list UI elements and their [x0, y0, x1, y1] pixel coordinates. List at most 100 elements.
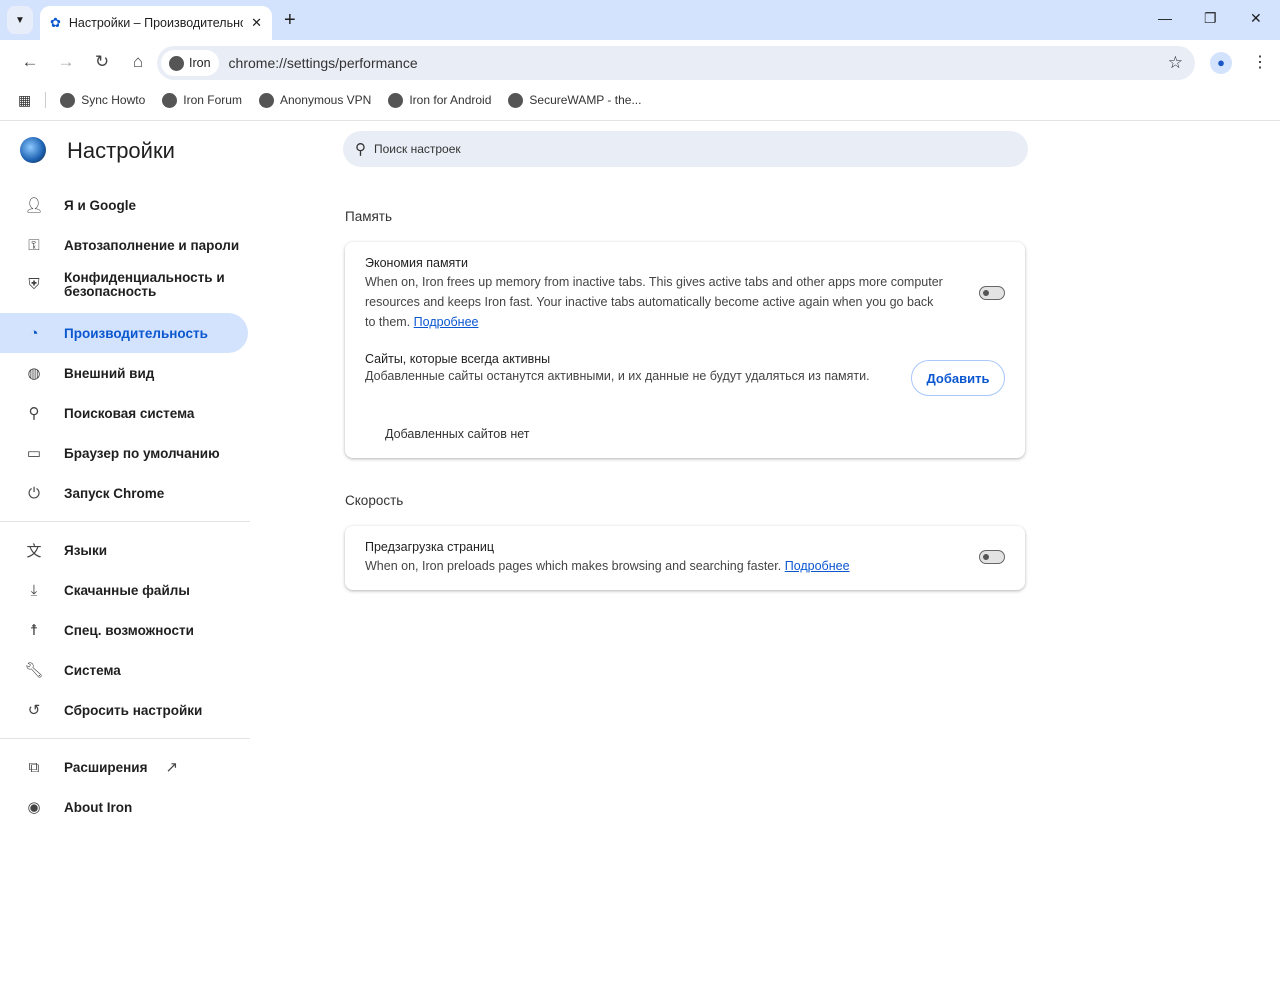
page-title: Настройки	[67, 138, 175, 163]
preload-toggle[interactable]	[979, 550, 1005, 564]
browser-icon: ▭	[26, 445, 42, 462]
shield-icon: ⛨	[28, 276, 40, 293]
settings-search-input[interactable]: ⚲ Поиск настроек	[343, 131, 1028, 167]
back-button[interactable]: ←	[12, 52, 48, 72]
bookmark[interactable]: SecureWAMP - the...	[508, 92, 642, 108]
globe-icon	[388, 92, 404, 108]
person-icon: 👤︎	[24, 197, 44, 214]
home-button[interactable]: ⌂	[120, 52, 156, 72]
globe-icon	[508, 92, 524, 108]
divider	[0, 120, 1280, 121]
sidebar-item-system[interactable]: 🔧︎ Система	[0, 650, 248, 690]
chip-label: Iron	[189, 56, 211, 70]
apps-icon[interactable]: ▦	[18, 92, 31, 109]
sidebar-item-languages[interactable]: 文 Языки	[0, 530, 248, 570]
external-link-icon: ↗	[165, 759, 179, 776]
label: Скачанные файлы	[64, 582, 190, 598]
sidebar-item-search[interactable]: ⚲ Поисковая система	[0, 393, 248, 433]
always-active-title: Сайты, которые всегда активны	[365, 352, 551, 366]
preload-row: Предзагрузка страниц When on, Iron prelo…	[345, 526, 1025, 576]
close-tab-icon[interactable]: ✕	[251, 15, 262, 31]
translate-icon: 文	[26, 542, 42, 560]
bookmarks-bar: ▦ Sync Howto Iron Forum Anonymous VPN Ir…	[0, 88, 658, 112]
iron-logo	[20, 137, 46, 163]
sidebar-item-startup[interactable]: ⏻ Запуск Chrome	[0, 473, 248, 513]
sidebar-item-reset[interactable]: ↺ Сбросить настройки	[0, 690, 248, 730]
label: Производительность	[64, 325, 208, 341]
reload-button[interactable]: ↻	[84, 52, 120, 72]
memory-saver-row: Экономия памяти When on, Iron frees up m…	[345, 242, 1025, 332]
sidebar-item-downloads[interactable]: ⤓ Скачанные файлы	[0, 570, 248, 610]
search-icon: ⚲	[28, 405, 40, 422]
new-tab-button[interactable]: +	[284, 9, 296, 32]
bookmark[interactable]: Iron for Android	[388, 92, 492, 108]
label: Спец. возможности	[64, 622, 194, 638]
key-icon: ⚿	[28, 236, 40, 254]
sidebar-item-appearance[interactable]: ◍ Внешний вид	[0, 353, 248, 393]
sidebar-item-default-browser[interactable]: ▭ Браузер по умолчанию	[0, 433, 248, 473]
section-title-memory: Память	[345, 209, 393, 224]
tab-search-button[interactable]: ▼	[7, 6, 33, 34]
site-chip[interactable]: Iron	[161, 50, 219, 76]
bookmark[interactable]: Sync Howto	[60, 92, 146, 108]
globe-icon	[162, 92, 178, 108]
section-title-speed: Скорость	[345, 493, 404, 508]
minimize-button[interactable]: —	[1158, 10, 1172, 26]
label: Я и Google	[64, 197, 137, 213]
restore-button[interactable]: ❐	[1204, 10, 1217, 27]
memory-saver-toggle[interactable]	[979, 286, 1005, 300]
speed-card: Предзагрузка страниц When on, Iron prelo…	[345, 526, 1025, 590]
sidebar-item-extensions[interactable]: ⧉ Расширения ↗	[0, 747, 248, 787]
speedometer-icon: ◔	[29, 324, 39, 342]
accessibility-icon: ☨	[29, 622, 39, 639]
bookmark-star-icon[interactable]: ☆	[1168, 53, 1183, 73]
label: About Iron	[64, 799, 133, 815]
label: Расширения	[64, 759, 148, 775]
memory-card: Экономия памяти When on, Iron frees up m…	[345, 242, 1025, 458]
sidebar-item-about[interactable]: ◉ About Iron	[0, 787, 248, 827]
menu-icon[interactable]: ⋮	[1252, 52, 1268, 72]
url-text[interactable]: chrome://settings/performance	[229, 55, 418, 71]
learn-more-link[interactable]: Подробнее	[785, 559, 850, 573]
download-icon: ⤓	[30, 581, 38, 599]
bookmark[interactable]: Iron Forum	[162, 92, 242, 108]
label: Конфиденциальность и безопасность	[64, 270, 225, 299]
add-site-button[interactable]: Добавить	[911, 360, 1005, 396]
omnibox[interactable]: Iron chrome://settings/performance ☆	[157, 46, 1195, 80]
divider	[45, 92, 47, 108]
sidebar: 👤︎ Я и Google ⚿ Автозаполнение и пароли ⛨ К…	[0, 185, 250, 827]
bookmark[interactable]: Anonymous VPN	[258, 92, 372, 108]
desc-text: When on, Iron preloads pages which makes…	[365, 559, 782, 573]
label: Запуск Chrome	[64, 485, 165, 501]
no-sites-text: Добавленных сайтов нет	[385, 427, 530, 441]
label: Сбросить настройки	[64, 702, 203, 718]
forward-button[interactable]: →	[48, 52, 84, 72]
sidebar-item-autofill[interactable]: ⚿ Автозаполнение и пароли	[0, 225, 248, 265]
label: Внешний вид	[64, 365, 155, 381]
sidebar-item-privacy[interactable]: ⛨ Конфиденциальность и безопасность	[0, 265, 248, 305]
preload-title: Предзагрузка страниц	[365, 540, 495, 554]
active-tab[interactable]: ✿ Настройки – Производительность ✕	[40, 6, 272, 40]
learn-more-link[interactable]: Подробнее	[414, 315, 479, 329]
search-icon: ⚲	[355, 141, 366, 158]
bookmark-label: Iron for Android	[409, 93, 492, 107]
profile-avatar[interactable]: ●	[1210, 52, 1232, 74]
sidebar-item-google[interactable]: 👤︎ Я и Google	[0, 185, 248, 225]
memory-saver-desc: When on, Iron frees up memory from inact…	[365, 272, 945, 332]
always-active-desc: Добавленные сайты останутся активными, и…	[365, 369, 870, 383]
divider	[0, 521, 250, 522]
sidebar-item-accessibility[interactable]: ☨ Спец. возможности	[0, 610, 248, 650]
bookmark-label: Iron Forum	[183, 93, 242, 107]
iron-icon: ◉	[27, 799, 41, 816]
bookmark-label: SecureWAMP - the...	[529, 93, 642, 107]
globe-icon	[258, 92, 274, 108]
power-icon: ⏻	[28, 484, 40, 502]
puzzle-icon: ⧉	[28, 758, 40, 776]
wrench-icon: 🔧︎	[24, 662, 44, 679]
close-window-button[interactable]: ✕	[1250, 10, 1262, 27]
bookmark-label: Sync Howto	[81, 93, 146, 107]
sidebar-item-performance[interactable]: ◔ Производительность	[0, 313, 248, 353]
bookmark-label: Anonymous VPN	[279, 93, 372, 107]
label: Поисковая система	[64, 405, 195, 421]
preload-desc: When on, Iron preloads pages which makes…	[365, 556, 1005, 576]
